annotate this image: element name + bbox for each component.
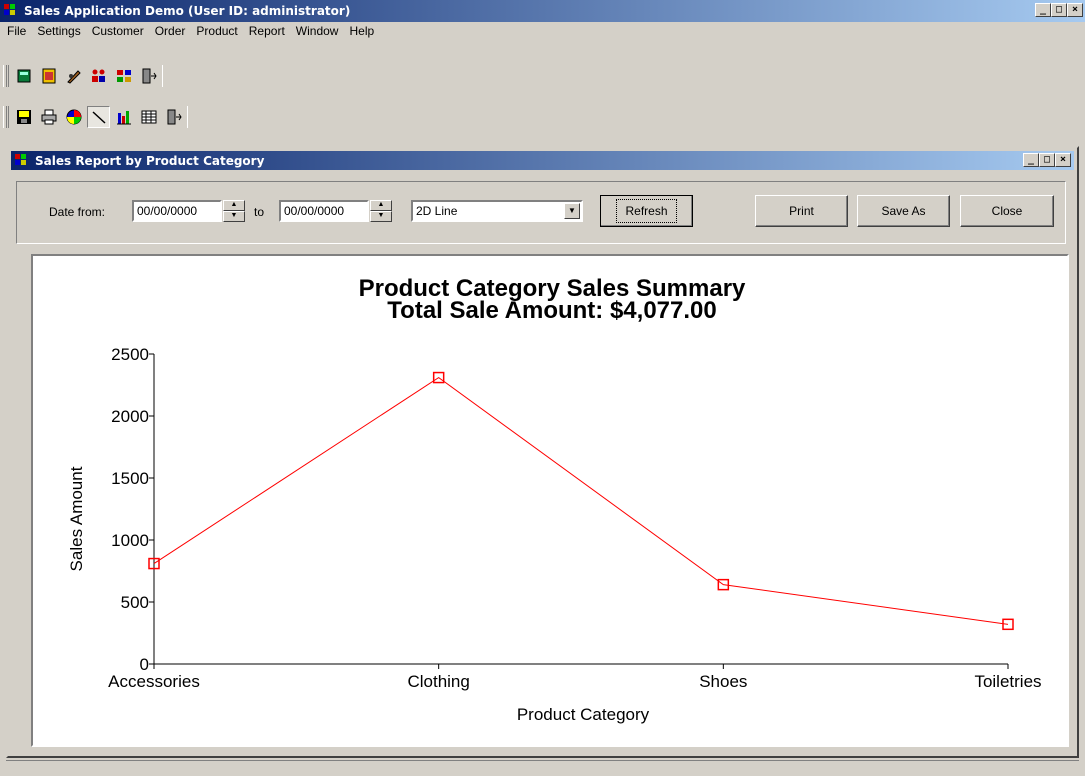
menu-customer[interactable]: Customer [87,24,150,38]
report-window-title: Sales Report by Product Category [35,153,265,168]
date-from-input[interactable]: 00/00/0000 [132,200,222,222]
chart-type-select[interactable]: 2D Line ▼ [411,200,583,222]
menu-settings[interactable]: Settings [32,24,86,38]
save-as-button[interactable]: Save As [857,195,950,227]
close-button[interactable]: Close [960,195,1054,227]
date-to-spinner[interactable]: ▲ ▼ [370,200,392,222]
menu-file[interactable]: File [2,24,32,38]
app-icon [4,4,20,18]
y-tick-label: 1500 [111,469,149,488]
exit-icon[interactable] [137,65,160,87]
sales-line-chart: Product Category Sales Summary Total Sal… [67,275,1042,724]
exit-icon[interactable] [162,106,185,128]
chart-type-value: 2D Line [416,204,458,218]
line-chart-icon[interactable] [87,106,110,128]
menu-bar: File Settings Customer Order Product Rep… [0,22,1085,40]
report-toolbar [0,103,188,131]
date-from-spinner[interactable]: ▲ ▼ [223,200,245,222]
people-icon[interactable] [87,65,110,87]
report-window-icon [15,153,31,168]
x-tick-label: Shoes [699,672,747,691]
date-from-label: Date from: [49,205,106,219]
printer-icon[interactable] [37,106,60,128]
chart-series [148,371,1014,631]
y-tick-label: 2000 [111,407,149,426]
menu-help[interactable]: Help [344,24,380,38]
pie-chart-icon[interactable] [62,106,85,128]
report-close-window-button[interactable]: × [1055,153,1071,167]
filter-bar: Date from: 00/00/0000 ▲ ▼ to 00/00/0000 ▲… [16,181,1066,244]
x-tick-label: Toiletries [974,672,1041,691]
main-toolbar [0,62,163,90]
menu-product[interactable]: Product [191,24,243,38]
menu-report[interactable]: Report [244,24,291,38]
chevron-down-icon[interactable]: ▼ [564,203,580,219]
close-window-button[interactable]: × [1067,3,1083,17]
y-tick-label: 1000 [111,531,149,550]
report-minimize-button[interactable]: _ [1023,153,1039,167]
menu-window[interactable]: Window [291,24,345,38]
y-tick-label: 500 [121,593,149,612]
y-axis-label: Sales Amount [67,466,86,571]
report-maximize-button[interactable]: □ [1039,153,1055,167]
chart-axes [153,354,1008,665]
notepad-icon[interactable] [37,65,60,87]
chart-ticks: 05001000150020002500Accessories Clothing S… [108,345,1041,691]
series-line [153,376,1009,625]
x-tick-label: Accessories [108,672,200,691]
status-bar [6,760,1079,774]
book-icon[interactable] [12,65,35,87]
menu-order[interactable]: Order [150,24,192,38]
app-title: Sales Application Demo (User ID: adminis… [24,4,351,18]
date-to-input[interactable]: 00/00/0000 [279,200,369,222]
table-icon[interactable] [137,106,160,128]
bar-chart-icon[interactable] [112,106,135,128]
x-tick-label: Clothing [407,672,469,691]
report-window-titlebar[interactable]: Sales Report by Product Category _ □ × [11,151,1074,170]
products-icon[interactable] [112,65,135,87]
to-label: to [254,205,265,219]
chart-subtitle: Total Sale Amount: $4,077.00 [387,297,716,324]
minimize-button[interactable]: _ [1035,3,1051,17]
app-titlebar[interactable]: Sales Application Demo (User ID: adminis… [0,0,1085,22]
print-button[interactable]: Print [755,195,848,227]
y-tick-label: 2500 [111,345,149,364]
save-icon[interactable] [12,106,35,128]
chart-panel: Product Category Sales Summary Total Sal… [31,254,1069,747]
maximize-button[interactable]: □ [1051,3,1067,17]
pencil-icon[interactable] [62,65,85,87]
x-axis-label: Product Category [517,705,650,724]
toolbar-grip[interactable] [3,106,9,128]
refresh-button[interactable]: Refresh [600,195,693,227]
toolbar-grip[interactable] [3,65,9,87]
